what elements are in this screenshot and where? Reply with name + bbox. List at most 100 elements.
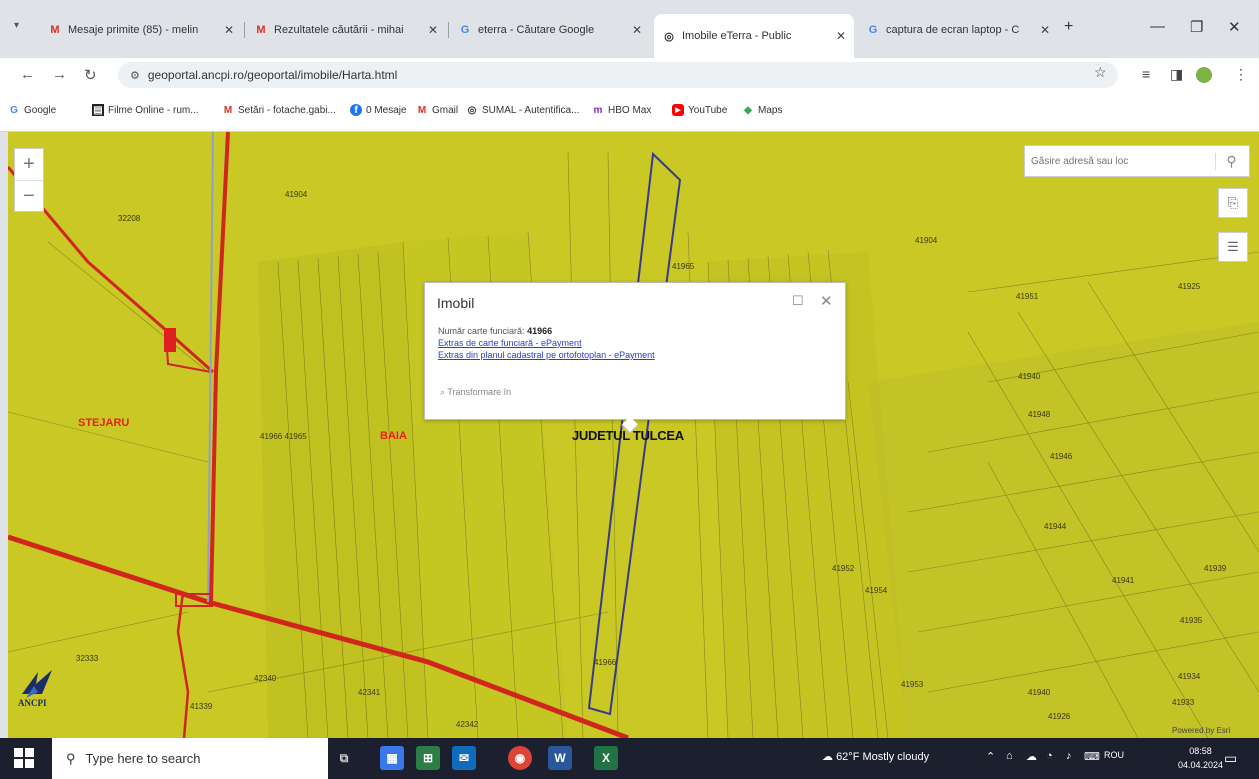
parcel-label: 41954 [865, 586, 888, 595]
field-strip [258, 242, 428, 738]
excel-icon[interactable]: X [594, 746, 618, 770]
onedrive-icon[interactable]: ☁ [1026, 750, 1037, 763]
bookmarks-bar: G Google ▤ Filme Online - rum... M Setăr… [0, 92, 1259, 132]
bookmark-youtube[interactable]: ▶ YouTube [672, 104, 727, 116]
sidebar-icon[interactable]: ◨ [1170, 66, 1183, 83]
parcel-label: 41904 [915, 236, 938, 245]
calculator-icon[interactable]: ▦ [380, 746, 404, 770]
map-search-input[interactable] [1025, 155, 1215, 167]
forward-icon[interactable]: → [52, 66, 67, 83]
bookmark-gmail[interactable]: M Gmail [416, 104, 458, 116]
google-icon: G [868, 24, 878, 36]
powered-by-esri: Powered by Esri [1172, 726, 1231, 735]
store-icon[interactable]: ⊞ [416, 746, 440, 770]
ancpi-icon: ◎ [664, 30, 674, 43]
parcel-label: 41965 [672, 262, 695, 271]
mail-icon[interactable]: ✉ [452, 746, 476, 770]
parcel-label: 42342 [456, 720, 479, 729]
close-icon[interactable]: ✕ [820, 292, 833, 310]
map-canvas[interactable]: 41904 32208 41965 41904 41951 41925 4194… [8, 132, 1259, 738]
place-label-baia: BAIA [380, 430, 407, 442]
cloud-icon: ☁ [822, 751, 833, 763]
task-view-icon[interactable]: ⧉ [332, 746, 356, 770]
weather-widget[interactable]: ☁ 62°F Mostly cloudy [822, 750, 929, 763]
notifications-icon[interactable]: ▭ [1224, 750, 1237, 767]
maps-icon: ◆ [744, 104, 752, 116]
parcel-label: 41948 [1028, 410, 1051, 419]
word-icon[interactable]: W [548, 746, 572, 770]
hbo-icon: m [593, 104, 603, 116]
windows-start-icon[interactable] [14, 748, 34, 768]
parcel-label: 41941 [1112, 576, 1135, 585]
google-icon: G [460, 24, 470, 36]
bookmark-sumal[interactable]: ◎ SUMAL - Autentifica... [466, 104, 580, 116]
gmail-icon: M [223, 104, 233, 116]
messenger-icon: f [350, 104, 362, 116]
basemap-icon[interactable]: ⎘ [1218, 188, 1248, 218]
parcel-label: 42341 [358, 688, 381, 697]
place-label-stejaru: STEJARU [78, 417, 130, 429]
popup-title: Imobil [437, 295, 475, 311]
minimize-icon[interactable]: — [1150, 18, 1165, 35]
parcel-label: 41926 [1048, 712, 1071, 721]
map-search-box: ⚲ [1024, 145, 1250, 177]
tab-google-eterra[interactable]: G eterra - Căutare Google ✕ [450, 14, 650, 46]
search-icon[interactable]: ⚲ [1215, 152, 1247, 170]
site-info-icon[interactable]: ⚙ [130, 69, 140, 82]
bookmark-filme-online[interactable]: ▤ Filme Online - rum... [92, 104, 199, 116]
chrome-icon[interactable]: ◉ [508, 746, 532, 770]
system-clock[interactable]: 08:58 04.04.2024 [1178, 744, 1223, 772]
maximize-icon[interactable]: ☐ [792, 293, 804, 309]
bookmark-google[interactable]: G Google [8, 104, 56, 116]
profile-avatar[interactable] [1196, 67, 1212, 83]
speaker-icon[interactable]: ♪ [1066, 750, 1072, 762]
close-window-icon[interactable]: ✕ [1228, 18, 1241, 36]
transform-button[interactable]: ⌕ Transformare în [440, 387, 511, 398]
restore-icon[interactable]: ❐ [1190, 18, 1203, 36]
tab-imobile-eterra[interactable]: ◎ Imobile eTerra - Public ✕ [654, 14, 854, 58]
close-icon[interactable]: ✕ [632, 23, 642, 37]
parcel-label: 41939 [1204, 564, 1227, 573]
reading-list-icon[interactable]: ≡ [1142, 66, 1150, 82]
new-tab-button[interactable]: + [1064, 18, 1073, 36]
gmail-icon: M [50, 24, 60, 36]
parcel-label: 32333 [76, 654, 99, 663]
tab-gmail-search[interactable]: M Rezultatele căutării - mihai ✕ [246, 14, 446, 46]
bookmark-hbo-max[interactable]: m HBO Max [592, 104, 652, 116]
tray-chevron-icon[interactable]: ⌃ [986, 750, 995, 763]
layer-list-icon[interactable]: ☰ [1218, 232, 1248, 262]
parcel-label: 41946 [1050, 452, 1073, 461]
close-icon[interactable]: ✕ [836, 29, 846, 43]
tab-search-icon[interactable]: ▾ [14, 20, 19, 31]
address-bar[interactable]: ⚙ geoportal.ancpi.ro/geoportal/imobile/H… [118, 62, 1118, 88]
bookmark-setari[interactable]: M Setări - fotache.gabi... [222, 104, 336, 116]
building-marker [164, 328, 176, 352]
parcel-label: 41951 [1016, 292, 1039, 301]
extras-plan-cadastral-link[interactable]: Extras din planul cadastral pe ortofotop… [438, 350, 655, 360]
parcel-label: 41935 [1180, 616, 1203, 625]
parcel-label: 41944 [1044, 522, 1067, 531]
back-icon[interactable]: ← [20, 66, 35, 83]
zoom-in-button[interactable]: + [15, 149, 43, 180]
keyboard-icon[interactable]: ⌨ [1084, 750, 1100, 763]
reload-icon[interactable]: ↻ [84, 66, 97, 84]
wifi-icon[interactable]: ◔ [1046, 750, 1053, 762]
parcel-label: 41904 [285, 190, 308, 199]
menu-icon[interactable]: ⋮ [1234, 66, 1248, 83]
film-icon: ▤ [92, 104, 104, 116]
bookmark-maps[interactable]: ◆ Maps [742, 104, 782, 116]
close-icon[interactable]: ✕ [1040, 23, 1050, 37]
tab-gmail-inbox[interactable]: M Mesaje primite (85) - melin ✕ [40, 14, 242, 46]
close-icon[interactable]: ✕ [428, 23, 438, 37]
close-icon[interactable]: ✕ [224, 23, 234, 37]
extras-carte-funciara-link[interactable]: Extras de carte funciară - ePayment [438, 338, 582, 348]
tab-google-captura[interactable]: G captura de ecran laptop - C ✕ [858, 14, 1058, 46]
bookmark-mesaje[interactable]: f 0 Mesaje [350, 104, 407, 116]
network-icon[interactable]: ⌂ [1006, 750, 1013, 762]
taskbar-search[interactable]: ⚲ Type here to search [52, 738, 328, 779]
bookmark-star-icon[interactable]: ☆ [1094, 64, 1107, 81]
transform-icon: ⌕ [440, 387, 446, 397]
youtube-icon: ▶ [672, 104, 684, 116]
language-indicator[interactable]: ROU [1104, 750, 1124, 760]
zoom-out-button[interactable]: − [15, 180, 43, 211]
